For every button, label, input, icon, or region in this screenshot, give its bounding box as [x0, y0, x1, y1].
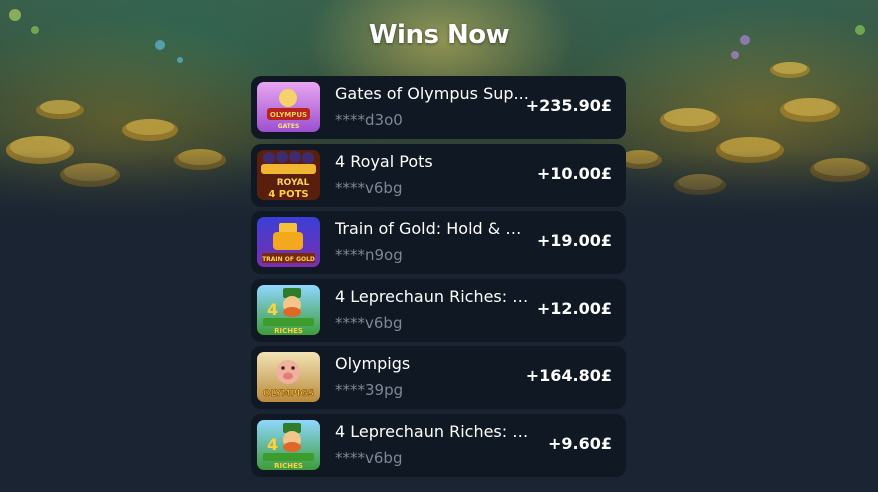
- win-row[interactable]: 4 RICHES 4 Leprechaun Riches: H... ****v…: [251, 278, 626, 342]
- thumb-text: OLYMPIGS: [263, 389, 314, 399]
- game-name: Olympigs: [335, 354, 411, 374]
- thumb-text: 4 POTS: [268, 189, 308, 200]
- win-row[interactable]: TRAIN OF GOLD Train of Gold: Hold & Win …: [251, 211, 626, 275]
- thumb-text: TRAIN OF GOLD: [262, 256, 315, 263]
- username: ****v6bg: [335, 313, 403, 332]
- username: ****39pg: [335, 381, 404, 400]
- win-amount: +9.60£: [547, 433, 612, 453]
- thumb-text: GATES: [278, 123, 300, 130]
- win-amount: +10.00£: [536, 163, 612, 183]
- username: ****n9og: [335, 246, 403, 265]
- game-name: 4 Leprechaun Riches: Ho...: [335, 421, 535, 441]
- win-amount: +19.00£: [536, 231, 612, 251]
- win-amount: +12.00£: [536, 298, 612, 318]
- game-name: 4 Royal Pots: [335, 151, 433, 171]
- game-name: 4 Leprechaun Riches: H...: [335, 286, 535, 306]
- leprechaun-thumbnail-icon[interactable]: 4 RICHES: [257, 284, 320, 335]
- olympus-thumbnail-icon[interactable]: OLYMPUS GATES: [257, 82, 320, 132]
- win-row[interactable]: OLYMPIGS Olympigs ****39pg +164.80£: [251, 346, 626, 410]
- win-row[interactable]: ROYAL 4 POTS 4 Royal Pots ****v6bg +10.0…: [251, 143, 626, 207]
- thumb-text: 4: [267, 435, 278, 454]
- leprechaun-thumbnail-icon[interactable]: 4 RICHES: [257, 419, 320, 470]
- game-name: Gates of Olympus Sup...: [335, 84, 529, 103]
- win-row[interactable]: OLYMPUS GATES Gates of Olympus Sup... **…: [251, 76, 626, 139]
- train-of-gold-thumbnail-icon[interactable]: TRAIN OF GOLD: [257, 217, 320, 268]
- win-amount: +235.90£: [525, 96, 612, 115]
- win-row[interactable]: 4 RICHES 4 Leprechaun Riches: Ho... ****…: [251, 413, 626, 477]
- thumb-text: RICHES: [274, 462, 303, 470]
- username: ****d3o0: [335, 111, 403, 129]
- royal-pots-thumbnail-icon[interactable]: ROYAL 4 POTS: [257, 149, 320, 200]
- wins-now-panel: Wins Now OLYMPUS GATES Gates of Olympus …: [0, 0, 878, 492]
- thumb-text: 4: [267, 300, 278, 319]
- username: ****v6bg: [335, 178, 403, 197]
- thumb-text: RICHES: [274, 327, 303, 335]
- win-amount: +164.80£: [525, 366, 612, 386]
- username: ****v6bg: [335, 448, 403, 467]
- thumb-text: OLYMPUS: [270, 111, 307, 119]
- game-name: Train of Gold: Hold & Win: [335, 219, 535, 239]
- thumb-text: ROYAL: [277, 178, 310, 188]
- olympigs-thumbnail-icon[interactable]: OLYMPIGS: [257, 352, 320, 403]
- page-title: Wins Now: [368, 20, 510, 50]
- wins-list: OLYMPUS GATES Gates of Olympus Sup... **…: [251, 76, 626, 482]
